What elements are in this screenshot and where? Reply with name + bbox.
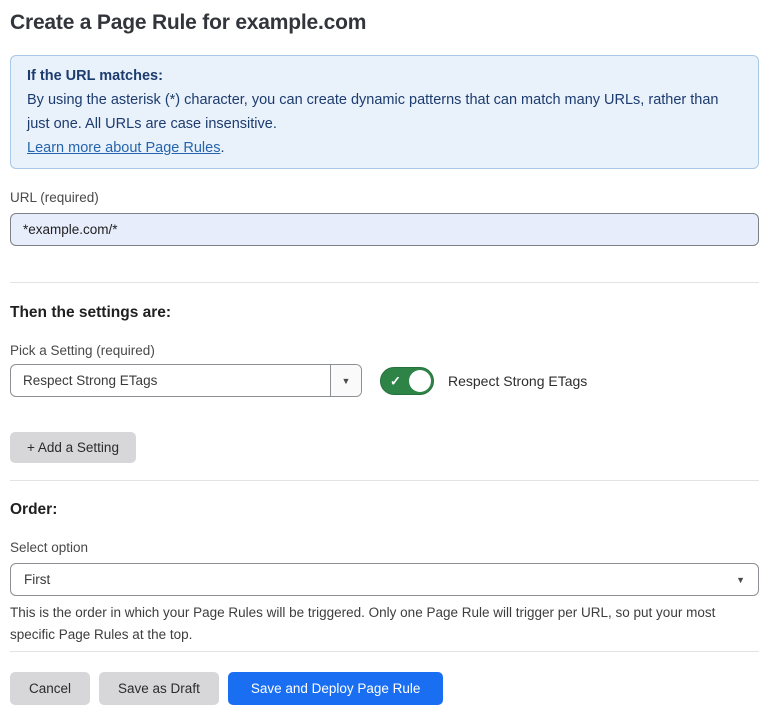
divider (10, 480, 759, 481)
info-box-body: By using the asterisk (*) character, you… (27, 88, 742, 160)
info-box-heading: If the URL matches: (27, 64, 742, 88)
respect-strong-etags-toggle[interactable]: ✓ (380, 367, 434, 395)
link-suffix: . (220, 140, 224, 156)
chevron-down-icon: ▼ (736, 575, 745, 585)
order-help-text: This is the order in which your Page Rul… (10, 602, 752, 646)
order-select[interactable]: First ▼ (10, 563, 759, 596)
setting-select-row: Respect Strong ETags ▼ ✓ Respect Strong … (10, 364, 759, 397)
pick-setting-label: Pick a Setting (required) (10, 343, 759, 359)
toggle-knob (409, 370, 431, 392)
chevron-down-icon: ▼ (342, 376, 351, 386)
setting-select[interactable]: Respect Strong ETags ▼ (10, 364, 362, 397)
url-field-label: URL (required) (10, 190, 759, 206)
url-input[interactable] (10, 213, 759, 246)
toggle-label: Respect Strong ETags (448, 373, 587, 389)
setting-select-value: Respect Strong ETags (11, 365, 330, 396)
save-deploy-button[interactable]: Save and Deploy Page Rule (228, 672, 444, 705)
info-box-body-text: By using the asterisk (*) character, you… (27, 92, 719, 132)
add-setting-button[interactable]: + Add a Setting (10, 432, 136, 463)
order-select-label: Select option (10, 540, 759, 556)
divider (10, 282, 759, 283)
order-section-heading: Order: (10, 500, 759, 519)
form-actions: Cancel Save as Draft Save and Deploy Pag… (10, 672, 759, 721)
setting-select-arrow-button[interactable]: ▼ (330, 365, 361, 396)
page-title: Create a Page Rule for example.com (10, 10, 759, 36)
cancel-button[interactable]: Cancel (10, 672, 90, 705)
settings-section-heading: Then the settings are: (10, 303, 759, 322)
save-draft-button[interactable]: Save as Draft (99, 672, 219, 705)
divider (10, 651, 759, 652)
learn-more-link[interactable]: Learn more about Page Rules (27, 140, 220, 156)
check-icon: ✓ (390, 374, 401, 387)
order-select-value: First (24, 572, 50, 587)
page-rule-form: Create a Page Rule for example.com If th… (0, 10, 769, 721)
url-matches-info-box: If the URL matches: By using the asteris… (10, 55, 759, 169)
